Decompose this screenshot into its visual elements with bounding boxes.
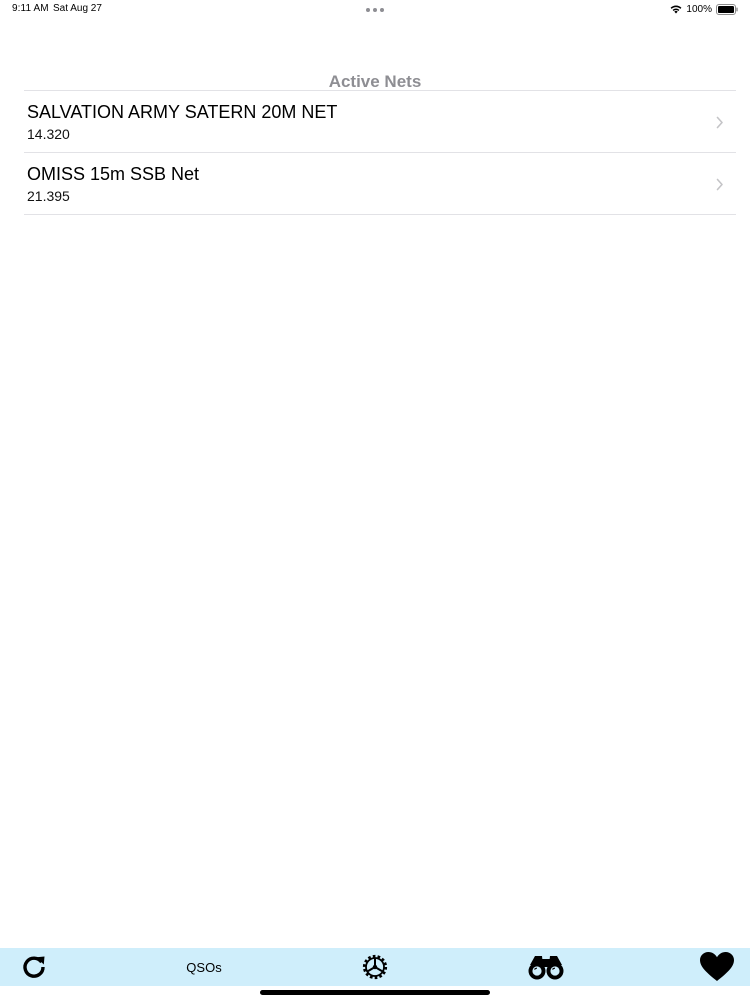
section-title: Active Nets [328,72,422,91]
status-bar: 9:11 AM Sat Aug 27 100% [0,0,750,20]
status-time: 9:11 AM [12,3,49,14]
chevron-right-icon [716,178,723,191]
battery-icon [716,3,738,15]
tab-qsos-label: QSOs [186,959,222,975]
net-name: OMISS 15m SSB Net [27,164,200,184]
net-list-item[interactable]: OMISS 15m SSB Net 21.395 [24,153,736,215]
wifi-icon [671,5,682,14]
search-nets-button[interactable] [524,948,568,986]
tab-qsos[interactable]: QSOs [174,948,234,986]
chevron-right-icon [716,116,723,129]
favorites-button[interactable] [694,948,740,986]
battery-percentage: 100% [686,3,712,15]
net-name: SALVATION ARMY SATERN 20M NET [27,102,338,122]
refresh-button[interactable] [14,948,54,986]
multitasking-dots-icon[interactable] [366,8,384,12]
home-indicator [260,990,490,995]
tab-bar: QSOs [0,948,750,986]
net-list-item[interactable]: SALVATION ARMY SATERN 20M NET 14.320 [24,91,736,153]
net-frequency: 14.320 [27,126,70,142]
gear-icon [362,954,388,980]
refresh-icon [23,956,45,978]
heart-icon [700,952,734,981]
net-frequency: 21.395 [27,188,70,204]
status-date: Sat Aug 27 [53,3,102,14]
status-indicators: 100% [670,2,738,16]
active-nets-list: SALVATION ARMY SATERN 20M NET 14.320 OMI… [24,90,736,215]
settings-button[interactable] [355,948,395,986]
binoculars-icon [528,956,564,980]
